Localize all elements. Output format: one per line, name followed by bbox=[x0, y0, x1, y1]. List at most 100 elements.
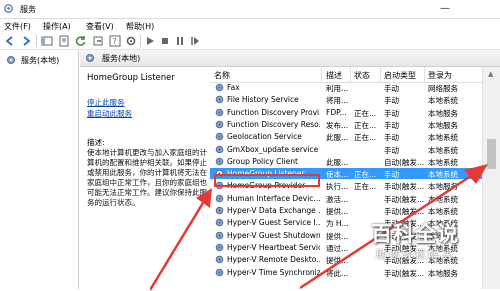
cell-desc: 提供... bbox=[326, 231, 349, 241]
services-header: 服务(本地) bbox=[80, 50, 500, 67]
watermark: 百科全说 助你轻松解决 bbox=[350, 210, 480, 270]
column-divider[interactable] bbox=[424, 67, 425, 82]
cell-logon: 本地系统 bbox=[428, 194, 458, 204]
cell-desc: 此服... bbox=[326, 133, 349, 143]
menu-view[interactable]: 查看(V) bbox=[86, 21, 114, 32]
column-divider[interactable] bbox=[321, 67, 322, 82]
gear-icon bbox=[215, 145, 224, 154]
tree-item-services-local[interactable]: 服务(本地) bbox=[3, 54, 77, 66]
gear-icon[interactable] bbox=[125, 35, 137, 47]
cell-name: File History Service bbox=[227, 95, 299, 105]
cell-startup: 手动(触发... bbox=[384, 182, 424, 192]
back-arrow-icon[interactable] bbox=[4, 35, 16, 47]
cell-name: GmXbox_update service bbox=[227, 144, 319, 154]
column-divider[interactable] bbox=[350, 67, 351, 82]
cell-name: Hyper-V Heartbeat Service bbox=[227, 242, 320, 252]
cell-desc: 执行... bbox=[326, 182, 349, 192]
table-row[interactable]: Function Discovery Provi... FDP... 正在... 手动… bbox=[210, 107, 482, 118]
cell-startup: 手动 bbox=[384, 108, 399, 118]
cell-name: Hyper-V Remote Deskto... bbox=[227, 255, 320, 265]
help-icon[interactable]: ? bbox=[109, 35, 121, 47]
cell-desc: 通过... bbox=[326, 243, 349, 253]
column-header-startup-type[interactable]: 启动类型 bbox=[384, 70, 416, 81]
cell-startup: 自动(触发... bbox=[384, 157, 424, 167]
service-detail-pane: HomeGroup Listener 停止此服务 重启动此服务 描述: 使本地计… bbox=[80, 67, 210, 289]
gear-icon bbox=[215, 95, 224, 104]
cell-startup: 手动 bbox=[384, 145, 399, 155]
cell-desc: FDP... bbox=[326, 107, 347, 117]
cell-startup: 手动 bbox=[384, 84, 399, 93]
cell-status: 正在... bbox=[354, 170, 377, 180]
pause-icon[interactable] bbox=[174, 35, 186, 47]
cell-startup: 手动 bbox=[384, 133, 399, 143]
tree-item-label: 服务(本地) bbox=[21, 56, 60, 65]
minimize-button[interactable]: — bbox=[440, 3, 450, 14]
console-tree-icon[interactable] bbox=[41, 35, 53, 47]
column-divider[interactable] bbox=[380, 67, 381, 82]
column-header-log-on-as[interactable]: 登录为 bbox=[428, 70, 452, 81]
cell-logon: 本地系统 bbox=[428, 145, 458, 155]
stop-service-link[interactable]: 停止此服务 bbox=[87, 97, 125, 108]
gear-icon bbox=[215, 255, 224, 264]
forward-arrow-icon[interactable] bbox=[20, 35, 32, 47]
gear-icon bbox=[215, 206, 224, 215]
vertical-scrollbar[interactable]: ▲ bbox=[482, 67, 500, 289]
table-row[interactable]: Geolocation Service 此服... 正在... 手动 本地系统 bbox=[210, 131, 482, 142]
cell-desc: 利用... bbox=[326, 84, 349, 93]
scrollbar-thumb[interactable] bbox=[487, 139, 496, 169]
toolbar-separator bbox=[36, 35, 37, 47]
cell-name: Hyper-V Data Exchange ... bbox=[227, 206, 320, 215]
cell-status: 正在... bbox=[354, 108, 377, 118]
table-row[interactable]: HomeGroup Provider 执行... 正在... 手动(触发... 本地服务 bbox=[210, 180, 482, 191]
menu-bar: 文件(F) 操作(A) 查看(V) 帮助(H) bbox=[0, 19, 500, 32]
cell-desc: 为 H... bbox=[326, 219, 349, 229]
menu-action[interactable]: 操作(A) bbox=[43, 21, 71, 32]
export-icon[interactable] bbox=[92, 35, 104, 47]
stop-icon[interactable] bbox=[159, 35, 171, 47]
gear-icon bbox=[215, 194, 224, 203]
table-row[interactable]: HomeGroup Listener 使本... 正在... 手动 本地系统 bbox=[210, 168, 482, 180]
cell-logon: 本地服务 bbox=[428, 120, 458, 130]
service-title: HomeGroup Listener bbox=[87, 73, 175, 83]
restart-service-link[interactable]: 重启动此服务 bbox=[87, 108, 132, 119]
gear-icon bbox=[215, 132, 224, 141]
table-row[interactable]: Group Policy Client 此服... 自动(触发... 本地系统 bbox=[210, 156, 482, 167]
cell-startup: 手动 bbox=[384, 170, 399, 180]
column-header-name[interactable]: 名称 bbox=[214, 70, 230, 81]
cell-logon: 本地服务 bbox=[428, 182, 458, 192]
cell-logon: 本地服务 bbox=[428, 108, 458, 118]
console-tree: 服务(本地) bbox=[0, 50, 79, 289]
gear-icon bbox=[215, 169, 224, 178]
cell-name: Function Discovery Reso... bbox=[227, 119, 320, 129]
toolbar-separator-2 bbox=[140, 35, 141, 47]
watermark-logo: 百科全说 bbox=[371, 222, 459, 246]
toolbar: ? bbox=[0, 33, 500, 50]
refresh-icon[interactable] bbox=[75, 35, 87, 47]
table-row[interactable]: Fax 利用... 手动 网络服务 bbox=[210, 82, 482, 93]
column-header-status[interactable]: 状态 bbox=[354, 70, 370, 81]
cell-desc: 提供... bbox=[326, 256, 349, 266]
menu-file[interactable]: 文件(F) bbox=[4, 21, 31, 32]
table-row[interactable]: Human Interface Devic... 激活... 手动(触发... 本地系… bbox=[210, 193, 482, 204]
cell-desc: 此服... bbox=[326, 157, 349, 167]
cell-status: 正在... bbox=[354, 133, 377, 143]
cell-name: Hyper-V Guest Shutdown... bbox=[227, 230, 320, 240]
table-row[interactable]: Function Discovery Reso... 发布... 正在... 手动 本地… bbox=[210, 119, 482, 130]
cell-logon: 本地系统 bbox=[428, 157, 458, 167]
cell-name: Human Interface Devic... bbox=[227, 193, 320, 203]
restart-icon[interactable] bbox=[189, 35, 201, 47]
cell-logon: 本地系统 bbox=[428, 170, 458, 180]
cell-status: 正在... bbox=[354, 182, 377, 192]
scroll-up-arrow-icon[interactable]: ▲ bbox=[488, 70, 493, 78]
table-row[interactable]: File History Service 将用... 手动 本地系统 bbox=[210, 94, 482, 105]
cell-name: Geolocation Service bbox=[227, 132, 302, 142]
cell-desc: 使本... bbox=[326, 170, 349, 180]
play-icon[interactable] bbox=[144, 35, 156, 47]
menu-help[interactable]: 帮助(H) bbox=[126, 21, 154, 32]
cell-desc: 将此... bbox=[326, 268, 349, 278]
watermark-subtitle: 助你轻松解决 bbox=[376, 248, 454, 261]
properties-icon[interactable] bbox=[58, 35, 70, 47]
cell-startup: 手动 bbox=[384, 96, 399, 106]
table-row[interactable]: GmXbox_update service 手动 本地系统 bbox=[210, 144, 482, 155]
column-header-description[interactable]: 描述 bbox=[326, 70, 342, 81]
